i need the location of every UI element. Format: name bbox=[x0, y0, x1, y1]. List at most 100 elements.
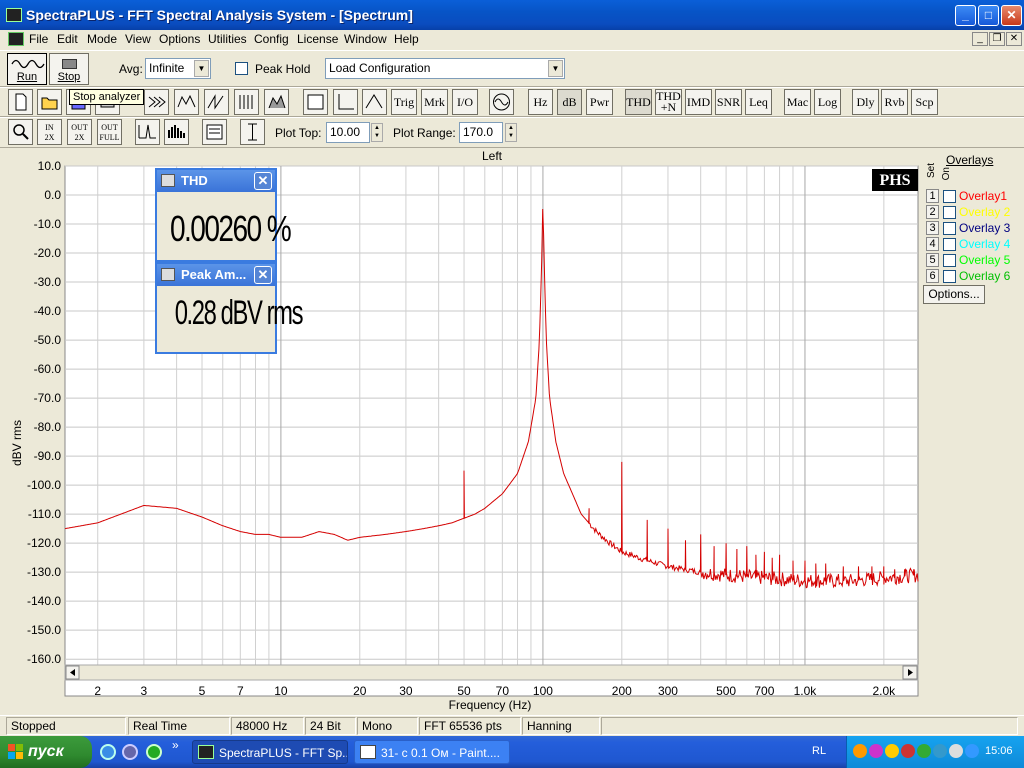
avg-select[interactable]: Infinite ▼ bbox=[145, 58, 211, 79]
menu-help[interactable]: Help bbox=[394, 32, 419, 46]
fast-forward-button[interactable] bbox=[144, 89, 169, 115]
multi-wave-button[interactable] bbox=[234, 89, 259, 115]
scale-button[interactable] bbox=[240, 119, 265, 145]
thdn-button[interactable]: THD +N bbox=[655, 89, 682, 115]
app-icon[interactable] bbox=[6, 8, 22, 22]
snr-button[interactable]: SNR bbox=[715, 89, 742, 115]
close-button[interactable]: ✕ bbox=[1001, 5, 1022, 26]
menu-utilities[interactable]: Utilities bbox=[208, 32, 247, 46]
io-button[interactable]: I/O bbox=[452, 89, 478, 115]
volume-icon[interactable] bbox=[949, 744, 963, 758]
leq-button[interactable]: Leq bbox=[745, 89, 772, 115]
overlay-4-set-button[interactable]: 4 bbox=[926, 237, 939, 251]
mrk-button[interactable]: Mrk bbox=[421, 89, 448, 115]
rvb-button[interactable]: Rvb bbox=[881, 89, 908, 115]
peak-hold-checkbox[interactable] bbox=[235, 62, 248, 75]
menu-license[interactable]: License bbox=[297, 32, 338, 46]
maximize-button[interactable]: □ bbox=[978, 5, 999, 26]
menu-config[interactable]: Config bbox=[254, 32, 289, 46]
mdi-minimize-button[interactable]: _ bbox=[972, 32, 988, 46]
menu-file[interactable]: File bbox=[29, 32, 48, 46]
horizontal-scrollbar[interactable] bbox=[64, 664, 919, 681]
tray-icon-4[interactable] bbox=[901, 744, 915, 758]
db-button[interactable]: dB bbox=[557, 89, 582, 115]
zoom-in-button[interactable]: IN 2X bbox=[37, 119, 62, 145]
peak-button[interactable] bbox=[362, 89, 387, 115]
config-select[interactable]: Load Configuration ▼ bbox=[325, 58, 565, 79]
imd-button[interactable]: IMD bbox=[685, 89, 712, 115]
overlay-6-checkbox[interactable] bbox=[943, 270, 956, 283]
scp-button[interactable]: Scp bbox=[911, 89, 938, 115]
peak-meter-window[interactable]: Peak Am... ✕ 0.28 dBV rms bbox=[155, 262, 303, 354]
line-mode-button[interactable] bbox=[135, 119, 160, 145]
plot-top-spinner[interactable]: ▲ ▼ bbox=[371, 123, 383, 142]
thd-button[interactable]: THD bbox=[625, 89, 652, 115]
dly-button[interactable]: Dly bbox=[852, 89, 879, 115]
ramp-button[interactable] bbox=[204, 89, 229, 115]
bar-mode-button[interactable] bbox=[164, 119, 189, 145]
task-paint[interactable]: 31- c 0.1 Ом - Paint.... bbox=[354, 740, 510, 764]
thd-meter-close-button[interactable]: ✕ bbox=[254, 172, 272, 190]
task-spectraplus[interactable]: SpectraPLUS - FFT Sp... bbox=[192, 740, 348, 764]
overlay-1-set-button[interactable]: 1 bbox=[926, 189, 939, 203]
peak-meter-titlebar[interactable]: Peak Am... ✕ bbox=[157, 264, 275, 286]
overlay-4-checkbox[interactable] bbox=[943, 238, 956, 251]
overlay-5-set-button[interactable]: 5 bbox=[926, 253, 939, 267]
stop-button[interactable]: Stop bbox=[49, 53, 89, 85]
overlay-1-checkbox[interactable] bbox=[943, 190, 956, 203]
menu-edit[interactable]: Edit bbox=[57, 32, 78, 46]
overlay-6-set-button[interactable]: 6 bbox=[926, 269, 939, 283]
start-button[interactable]: пуск bbox=[0, 736, 92, 768]
pwr-button[interactable]: Pwr bbox=[586, 89, 613, 115]
tray-icon-2[interactable] bbox=[869, 744, 883, 758]
sine-button[interactable] bbox=[489, 89, 514, 115]
mdi-child-icon[interactable] bbox=[8, 32, 24, 46]
open-file-button[interactable] bbox=[37, 89, 62, 115]
overlay-5-checkbox[interactable] bbox=[943, 254, 956, 267]
zoom-out-button[interactable]: OUT 2X bbox=[67, 119, 92, 145]
mdi-close-button[interactable]: ✕ bbox=[1006, 32, 1022, 46]
menu-view[interactable]: View bbox=[125, 32, 151, 46]
overlay-3-checkbox[interactable] bbox=[943, 222, 956, 235]
menu-options[interactable]: Options bbox=[159, 32, 200, 46]
run-button[interactable]: Run bbox=[7, 53, 47, 85]
mdi-restore-button[interactable]: ❐ bbox=[989, 32, 1005, 46]
thd-meter-titlebar[interactable]: THD ✕ bbox=[157, 170, 275, 192]
log-button[interactable]: Log bbox=[814, 89, 841, 115]
menu-mode[interactable]: Mode bbox=[87, 32, 117, 46]
menu-window[interactable]: Window bbox=[344, 32, 387, 46]
tray-icon-6[interactable] bbox=[933, 744, 947, 758]
axis-button[interactable] bbox=[333, 89, 358, 115]
new-file-button[interactable] bbox=[8, 89, 33, 115]
thd-meter-window[interactable]: THD ✕ 0.00260 % bbox=[155, 168, 292, 262]
quicklaunch-chevron[interactable]: » bbox=[172, 738, 179, 752]
mac-button[interactable]: Mac bbox=[784, 89, 811, 115]
language-indicator[interactable]: RL bbox=[812, 745, 826, 757]
tray-icon-3[interactable] bbox=[885, 744, 899, 758]
overlay-2-checkbox[interactable] bbox=[943, 206, 956, 219]
tray-icon-1[interactable] bbox=[853, 744, 867, 758]
overlay-3-set-button[interactable]: 3 bbox=[926, 221, 939, 235]
overlay-options-button[interactable]: Options... bbox=[923, 285, 985, 304]
app-quicklaunch-icon[interactable] bbox=[146, 744, 162, 760]
plot-range-spinner[interactable]: ▲ ▼ bbox=[505, 123, 517, 142]
plot-range-input[interactable]: 170.0 bbox=[459, 122, 503, 143]
display-button[interactable] bbox=[303, 89, 328, 115]
tray-icon-8[interactable] bbox=[965, 744, 979, 758]
peak-meter-close-button[interactable]: ✕ bbox=[254, 266, 272, 284]
zoom-button[interactable] bbox=[8, 119, 33, 145]
minimize-button[interactable]: _ bbox=[955, 5, 976, 26]
ie-quicklaunch-icon[interactable] bbox=[100, 744, 116, 760]
waveform-button[interactable] bbox=[174, 89, 199, 115]
tray-icon-5[interactable] bbox=[917, 744, 931, 758]
spectrum-chart[interactable]: Left 10.0 0.0 -10.0 -20.0 -30.0 -40.0 -50.0 -60… bbox=[0, 148, 1024, 715]
y-tick-label: -90.0 bbox=[34, 449, 62, 463]
overlay-button[interactable] bbox=[202, 119, 227, 145]
zoom-full-button[interactable]: OUT FULL bbox=[97, 119, 122, 145]
trig-button[interactable]: Trig bbox=[391, 89, 417, 115]
overlay-2-set-button[interactable]: 2 bbox=[926, 205, 939, 219]
hz-button[interactable]: Hz bbox=[528, 89, 553, 115]
plot-top-input[interactable]: 10.00 bbox=[326, 122, 370, 143]
media-quicklaunch-icon[interactable] bbox=[122, 744, 138, 760]
spectrogram-button[interactable] bbox=[264, 89, 289, 115]
